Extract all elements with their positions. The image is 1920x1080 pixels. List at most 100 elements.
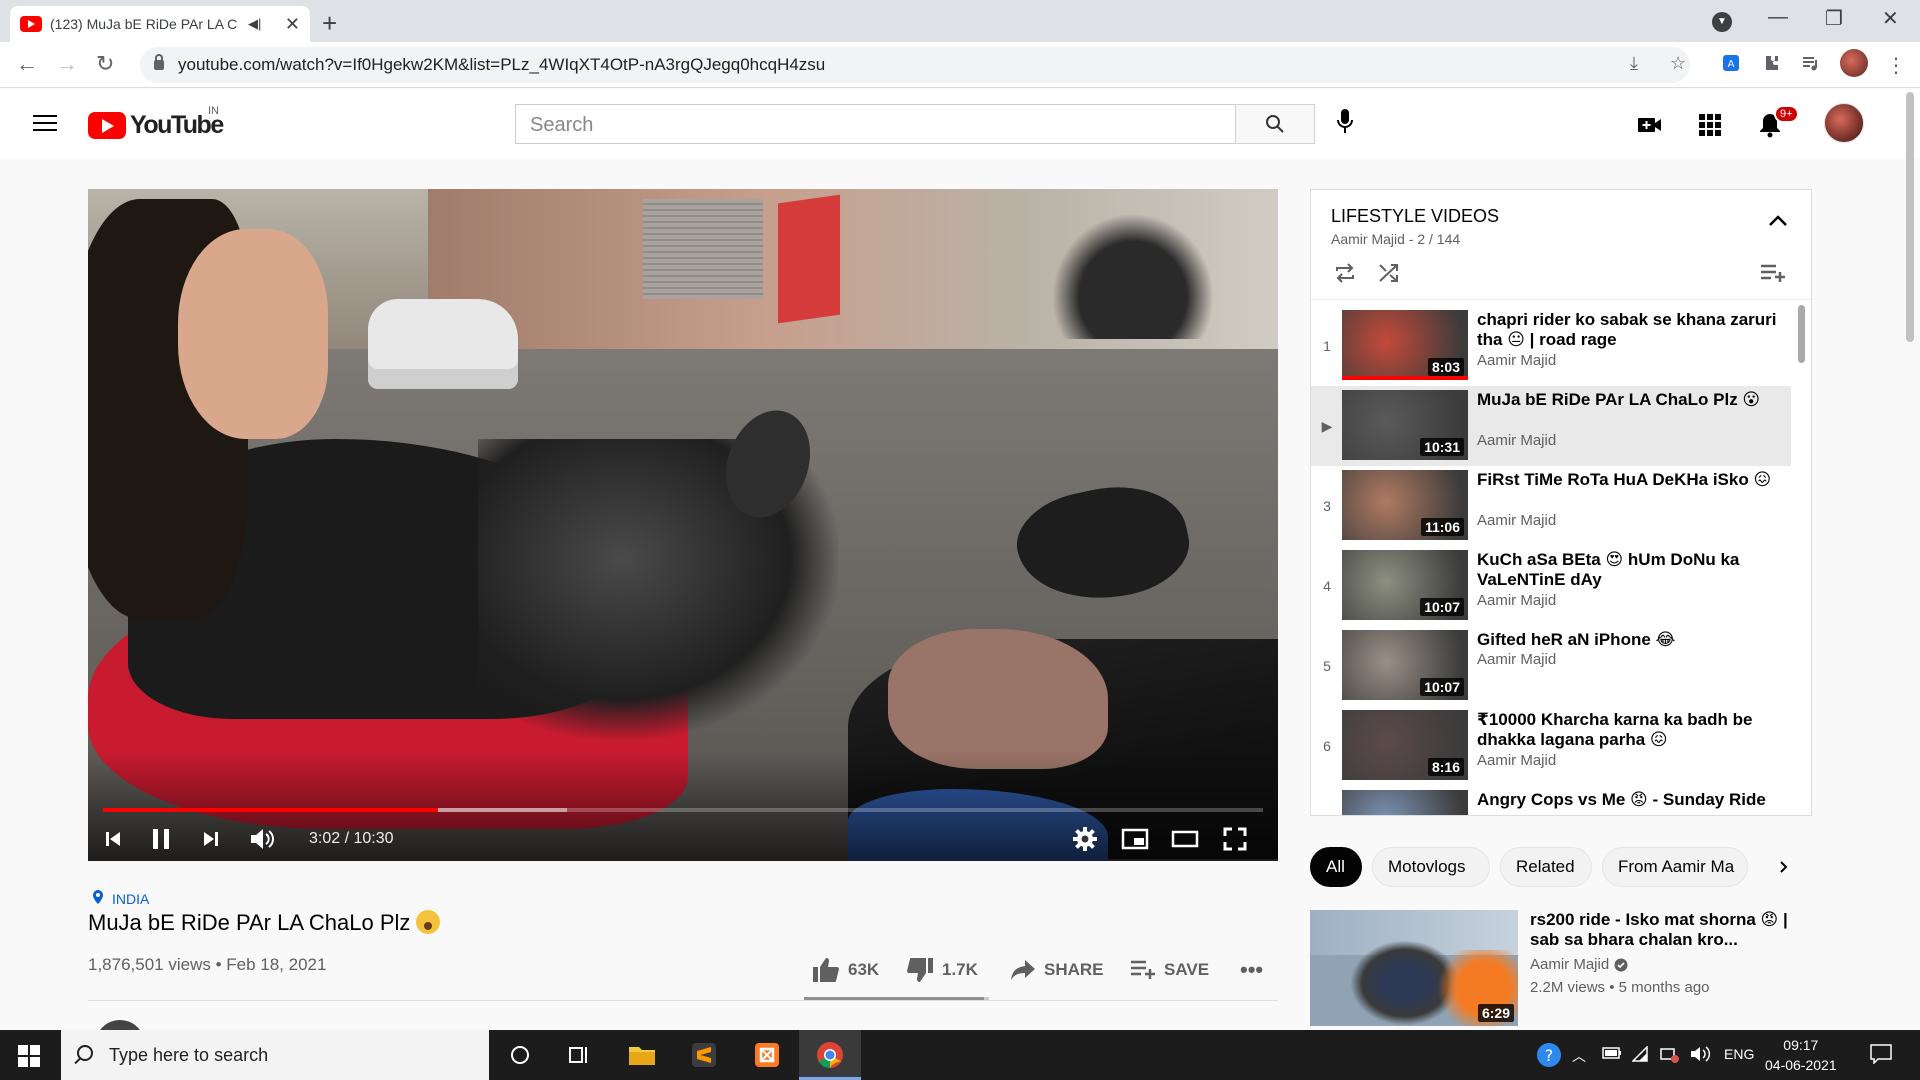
playlist-item[interactable]: 1 8:03 chapri rider ko sabak se khana zaru… xyxy=(1311,306,1791,386)
playlist-item-thumbnail[interactable] xyxy=(1342,790,1468,815)
volume-button[interactable] xyxy=(242,822,282,856)
action-center-icon[interactable] xyxy=(1870,1044,1892,1067)
more-actions-icon[interactable]: ••• xyxy=(1240,955,1263,985)
taskbar-search-box[interactable]: Type here to search xyxy=(61,1030,489,1080)
task-view-icon[interactable] xyxy=(564,1040,594,1070)
related-video-channel-name[interactable]: Aamir Majid xyxy=(1530,956,1609,973)
shuffle-playlist-icon[interactable] xyxy=(1375,260,1403,286)
playlist-item-title[interactable]: KuCh aSa BEta 😍 hUm DoNu ka VaLeNTinE dA… xyxy=(1477,550,1777,590)
share-button[interactable]: SHARE xyxy=(1010,955,1104,985)
playlist-item-thumbnail[interactable]: 8:03 xyxy=(1342,310,1468,380)
bookmark-star-icon[interactable]: ☆ xyxy=(1670,53,1686,74)
playlist-item[interactable]: 5 10:07 Gifted heR aN iPhone 😂 Aamir Majid xyxy=(1311,626,1791,706)
playlist-item-title[interactable]: Angry Cops vs Me 😡 - Sunday Ride xyxy=(1477,790,1777,810)
chevron-right-icon[interactable] xyxy=(1774,857,1794,877)
previous-button[interactable] xyxy=(96,822,130,856)
playlist-item[interactable]: 4 10:07 KuCh aSa BEta 😍 hUm DoNu ka VaLeNT… xyxy=(1311,546,1791,626)
loop-playlist-icon[interactable] xyxy=(1331,260,1359,286)
network-icon[interactable] xyxy=(1660,1046,1680,1067)
create-video-icon[interactable] xyxy=(1636,111,1664,139)
tab-search-icon[interactable]: ▼ xyxy=(1712,12,1732,32)
new-tab-button[interactable]: + xyxy=(322,8,337,39)
miniplayer-button[interactable] xyxy=(1118,822,1152,856)
extension-translate-icon[interactable]: A xyxy=(1720,52,1742,74)
extensions-puzzle-icon[interactable] xyxy=(1760,52,1782,74)
lock-icon[interactable] xyxy=(154,54,164,70)
seek-bar[interactable] xyxy=(103,808,1263,812)
related-video-title[interactable]: rs200 ride - Isko mat shorna 😡 | sab sa … xyxy=(1530,910,1790,950)
playlist-item-thumbnail[interactable]: 10:07 xyxy=(1342,630,1468,700)
taskbar-clock[interactable]: 09:17 04-06-2021 xyxy=(1765,1035,1837,1075)
back-button[interactable]: ← xyxy=(16,51,38,77)
speaker-muted-icon[interactable]: ◀| xyxy=(248,16,261,32)
page-scrollbar[interactable] xyxy=(1906,92,1914,342)
playlist-scrollbar[interactable] xyxy=(1798,305,1805,363)
chip-related[interactable]: Related xyxy=(1500,847,1592,887)
windows-start-icon[interactable] xyxy=(18,1045,40,1067)
account-avatar[interactable] xyxy=(1824,103,1864,143)
reload-button[interactable]: ↻ xyxy=(96,51,114,77)
related-video-thumbnail[interactable]: 6:29 xyxy=(1310,910,1518,1026)
chip-from-channel[interactable]: From Aamir Ma xyxy=(1602,847,1748,887)
playlist-item[interactable]: Angry Cops vs Me 😡 - Sunday Ride xyxy=(1311,786,1791,815)
playlist-item[interactable]: ▶ 10:31 MuJa bE RiDe PAr LA ChaLo Plz 😮 Aam… xyxy=(1311,386,1791,466)
playlist-item-thumbnail[interactable]: 10:07 xyxy=(1342,550,1468,620)
playlist-title[interactable]: LIFESTYLE VIDEOS xyxy=(1331,206,1499,227)
playlist-item-thumbnail[interactable]: 11:06 xyxy=(1342,470,1468,540)
search-button[interactable] xyxy=(1235,104,1315,144)
playlist-item-thumbnail[interactable]: 8:16 xyxy=(1342,710,1468,780)
notification-count-badge[interactable]: 9+ xyxy=(1774,105,1799,123)
search-input[interactable]: Search xyxy=(515,104,1236,144)
cortana-icon[interactable] xyxy=(505,1040,535,1070)
maximize-button[interactable]: ❐ xyxy=(1825,6,1843,31)
save-playlist-to-library-icon[interactable] xyxy=(1759,260,1787,286)
apps-grid-icon[interactable] xyxy=(1696,111,1724,139)
chevron-up-icon[interactable] xyxy=(1767,214,1789,228)
profile-avatar[interactable] xyxy=(1840,49,1868,77)
help-icon[interactable]: ? xyxy=(1536,1042,1562,1071)
like-button[interactable]: 63K xyxy=(812,955,879,985)
address-bar[interactable]: youtube.com/watch?v=If0Hgekw2KM&list=PLz… xyxy=(140,47,1690,83)
forward-button[interactable]: → xyxy=(56,51,78,77)
xampp-icon[interactable] xyxy=(752,1040,782,1070)
tab-close-icon[interactable]: ✕ xyxy=(285,14,300,35)
chevron-up-icon[interactable]: ︿ xyxy=(1572,1046,1586,1066)
video-location-link[interactable]: INDIA xyxy=(112,891,149,907)
fullscreen-button[interactable] xyxy=(1218,822,1252,856)
input-language[interactable]: ENG xyxy=(1724,1046,1754,1062)
chip-all[interactable]: All xyxy=(1310,847,1362,887)
save-button[interactable]: SAVE xyxy=(1130,955,1209,985)
file-explorer-icon[interactable] xyxy=(627,1040,657,1070)
theater-mode-button[interactable] xyxy=(1168,822,1202,856)
playlist-item-title[interactable]: MuJa bE RiDe PAr LA ChaLo Plz 😮 xyxy=(1477,390,1777,410)
guide-menu-icon[interactable] xyxy=(33,115,57,133)
pause-button[interactable] xyxy=(144,822,178,856)
media-queue-icon[interactable] xyxy=(1800,52,1822,74)
battery-icon[interactable] xyxy=(1602,1046,1622,1063)
playlist-item-title[interactable]: chapri rider ko sabak se khana zaruri th… xyxy=(1477,310,1777,350)
next-button[interactable] xyxy=(194,822,228,856)
playlist-item[interactable]: 3 11:06 FiRst TiMe RoTa HuA DeKHa iSko 😖 Aa… xyxy=(1311,466,1791,546)
voice-search-button[interactable] xyxy=(1330,107,1360,141)
chip-motovlogs[interactable]: Motovlogs xyxy=(1372,847,1490,887)
browser-tab-youtube[interactable]: (123) MuJa bE RiDe PAr LA C ◀| ✕ xyxy=(10,6,310,42)
related-video-channel[interactable]: Aamir Majid xyxy=(1530,956,1628,973)
playlist-item[interactable]: 6 8:16 ₹10000 Kharcha karna ka badh be dha… xyxy=(1311,706,1791,786)
speaker-volume-icon[interactable] xyxy=(1690,1046,1712,1065)
youtube-logo[interactable]: YouTube IN xyxy=(88,105,224,140)
video-player[interactable]: 3:02 / 10:30 xyxy=(88,189,1278,861)
playlist-item-thumbnail[interactable]: 10:31 xyxy=(1342,390,1468,460)
playlist-item-title[interactable]: Gifted heR aN iPhone 😂 xyxy=(1477,630,1777,650)
playlist-item-title[interactable]: ₹10000 Kharcha karna ka badh be dhakka l… xyxy=(1477,710,1777,750)
sublime-text-icon[interactable] xyxy=(689,1040,719,1070)
chrome-icon[interactable] xyxy=(815,1040,845,1070)
settings-button[interactable] xyxy=(1068,822,1102,856)
install-app-icon[interactable]: ⤓ xyxy=(1630,53,1638,74)
url-text[interactable]: youtube.com/watch?v=If0Hgekw2KM&list=PLz… xyxy=(178,55,825,75)
dislike-button[interactable]: 1.7K xyxy=(906,955,978,985)
wifi-icon[interactable] xyxy=(1631,1045,1650,1065)
chrome-menu-icon[interactable]: ⋮ xyxy=(1886,53,1906,78)
close-window-button[interactable]: ✕ xyxy=(1882,6,1899,31)
playlist-item-title[interactable]: FiRst TiMe RoTa HuA DeKHa iSko 😖 xyxy=(1477,470,1777,490)
minimize-button[interactable]: — xyxy=(1768,6,1788,29)
